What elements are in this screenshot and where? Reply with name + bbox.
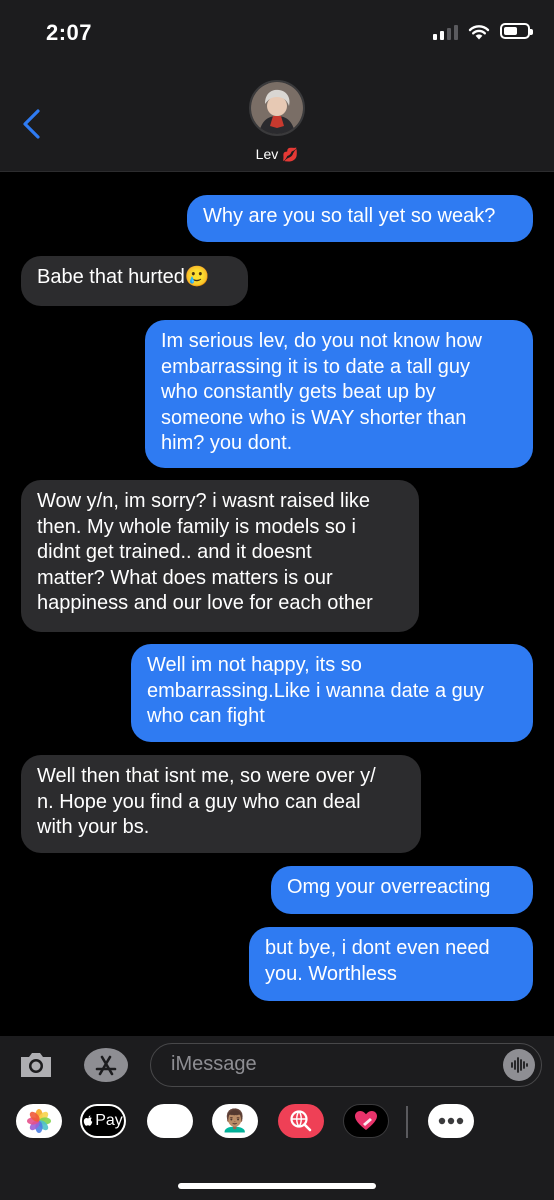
cellular-signal-icon [433,22,458,40]
app-store-button[interactable] [84,1048,128,1082]
camera-icon [21,1053,51,1077]
contact-avatar[interactable] [249,80,305,136]
avatar-illustration [251,82,303,134]
message-bubble-sent[interactable]: Omg your overreacting [271,866,533,914]
imessage-placeholder: iMessage [171,1053,257,1075]
app-store-icon [95,1055,117,1076]
message-bubble-sent[interactable]: Well im not happy, its so embarrassing.L… [131,644,533,742]
message-bubble-sent[interactable]: Why are you so tall yet so weak? [187,195,533,242]
camera-button[interactable] [18,1050,54,1080]
globe-search-icon [290,1110,312,1132]
imessage-input[interactable]: iMessage [150,1043,542,1087]
kiss-emoji: 💋 [282,147,299,162]
heart-touch-icon [355,1111,377,1130]
waveform-icon [511,1057,528,1073]
wifi-icon [468,24,490,39]
tray-divider [406,1106,408,1138]
back-button[interactable] [20,108,44,140]
contact-name[interactable]: Lev 💋 [0,146,554,163]
status-time: 2:07 [46,20,93,45]
memoji-button[interactable]: 👨🏽‍🦱 [212,1104,258,1138]
animoji-button[interactable]: 🐵 [147,1104,193,1138]
message-bubble-received[interactable]: Babe that hurted🥲 [21,256,248,306]
battery-icon [500,23,533,39]
digital-touch-button[interactable] [343,1104,389,1138]
message-composer: iMessage [0,1036,554,1094]
message-bubble-received[interactable]: Well then that isnt me, so were over y/ … [21,755,421,853]
audio-message-button[interactable] [503,1049,535,1081]
photos-icon [27,1109,51,1133]
more-icon [438,1117,464,1125]
contact-name-text: Lev [255,146,279,162]
apple-pay-button[interactable]: Pay [80,1104,126,1138]
image-search-button[interactable] [278,1104,324,1138]
more-apps-button[interactable] [428,1104,474,1138]
message-bubble-sent[interactable]: Im serious lev, do you not know how emba… [145,320,533,468]
memoji-icon: 👨🏽‍🦱 [221,1108,249,1133]
apple-pay-label: Pay [95,1112,123,1129]
message-bubble-sent[interactable]: but bye, i dont even need you. Worthless [249,927,533,1001]
photos-app-button[interactable] [16,1104,62,1138]
home-indicator[interactable] [178,1183,376,1189]
conversation-header: 2:07 Lev 💋 [0,0,554,172]
apple-logo-icon [83,1115,93,1126]
message-bubble-received[interactable]: Wow y/n, im sorry? i wasnt raised like t… [21,480,419,632]
monkey-icon: 🐵 [156,1107,184,1135]
messages-screen: 2:07 Lev 💋 Why are you so tall yet so we… [0,0,554,1200]
chevron-left-icon [23,109,40,139]
status-icons [433,22,533,40]
